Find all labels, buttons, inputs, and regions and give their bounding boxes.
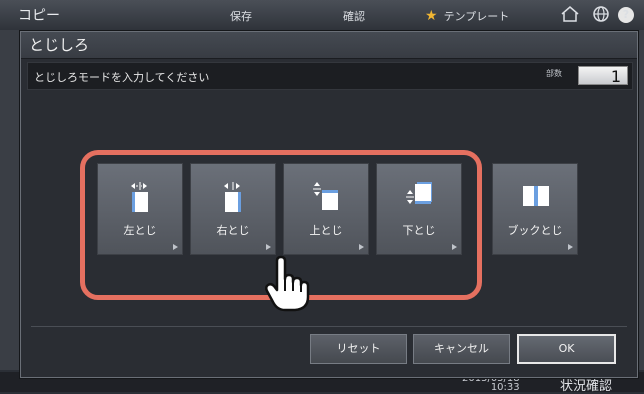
save-button[interactable]: 保存 — [230, 8, 252, 24]
left-binding-label: 左とじ — [123, 224, 157, 237]
book-binding-label: ブックとじ — [507, 224, 563, 237]
template-label: テンプレート — [443, 10, 510, 23]
instruction-bar: とじしろモードを入力してください 部数 1 — [27, 62, 633, 90]
caret-icon — [452, 244, 457, 250]
book-binding-icon — [523, 186, 549, 206]
caret-icon — [568, 244, 573, 250]
divider — [31, 326, 627, 327]
background-panel-left — [0, 30, 20, 370]
bottom-binding-label: 下とじ — [402, 224, 436, 237]
binding-margin-dialog: とじしろ とじしろモードを入力してください 部数 1 左とじ 右とじ 上とじ 下… — [20, 31, 638, 378]
caret-icon — [173, 244, 178, 250]
globe-icon[interactable] — [592, 5, 610, 26]
time-text: 10:33 — [490, 382, 520, 393]
home-icon[interactable] — [560, 5, 580, 26]
ok-button[interactable]: OK — [517, 334, 616, 364]
confirm-button[interactable]: 確認 — [343, 8, 365, 24]
right-binding-icon — [224, 182, 241, 212]
left-binding-button[interactable]: 左とじ — [97, 163, 183, 255]
bottom-binding-button[interactable]: 下とじ — [376, 163, 462, 255]
help-button[interactable]: ? — [618, 7, 634, 23]
pointing-hand-icon — [263, 255, 311, 317]
caret-icon — [266, 244, 271, 250]
left-binding-icon — [131, 182, 148, 212]
top-binding-icon — [313, 182, 338, 210]
star-icon: ★ — [425, 7, 438, 24]
copies-label: 部数 — [546, 69, 562, 78]
bottom-binding-icon — [406, 182, 432, 204]
app-title: コピー — [18, 8, 60, 24]
right-binding-button[interactable]: 右とじ — [190, 163, 276, 255]
book-binding-button[interactable]: ブックとじ — [492, 163, 578, 255]
dialog-title: とじしろ — [21, 32, 637, 59]
top-binding-label: 上とじ — [309, 224, 343, 237]
top-binding-button[interactable]: 上とじ — [283, 163, 369, 255]
reset-button[interactable]: リセット — [310, 334, 407, 364]
cancel-button[interactable]: キャンセル — [413, 334, 510, 364]
caret-icon — [359, 244, 364, 250]
copies-field[interactable]: 1 — [578, 66, 628, 86]
top-bar: コピー 保存 確認 ★ テンプレート ? — [0, 0, 644, 31]
instruction-text: とじしろモードを入力してください — [34, 71, 210, 84]
template-button[interactable]: ★ テンプレート — [425, 8, 509, 24]
right-binding-label: 右とじ — [216, 224, 250, 237]
